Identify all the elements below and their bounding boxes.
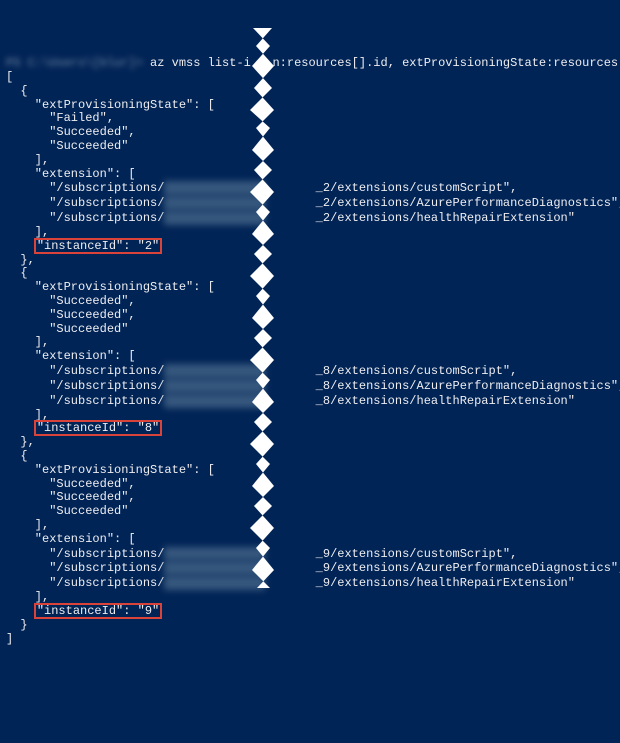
terminal-output: PS C:\Users\[blur]> az vmss list-i n:res… <box>6 57 620 646</box>
instance-id-highlight: "instanceId": "9" <box>35 604 161 618</box>
instance-id-highlight: "instanceId": "8" <box>35 421 161 435</box>
prompt-obscured: PS C:\Users\[blur]> <box>6 56 150 70</box>
command-text-right: n:resources[].id, extProvisioningState:r… <box>272 56 620 70</box>
command-text-left: az vmss list-i <box>150 56 251 70</box>
instance-id-highlight: "instanceId": "2" <box>35 239 161 253</box>
